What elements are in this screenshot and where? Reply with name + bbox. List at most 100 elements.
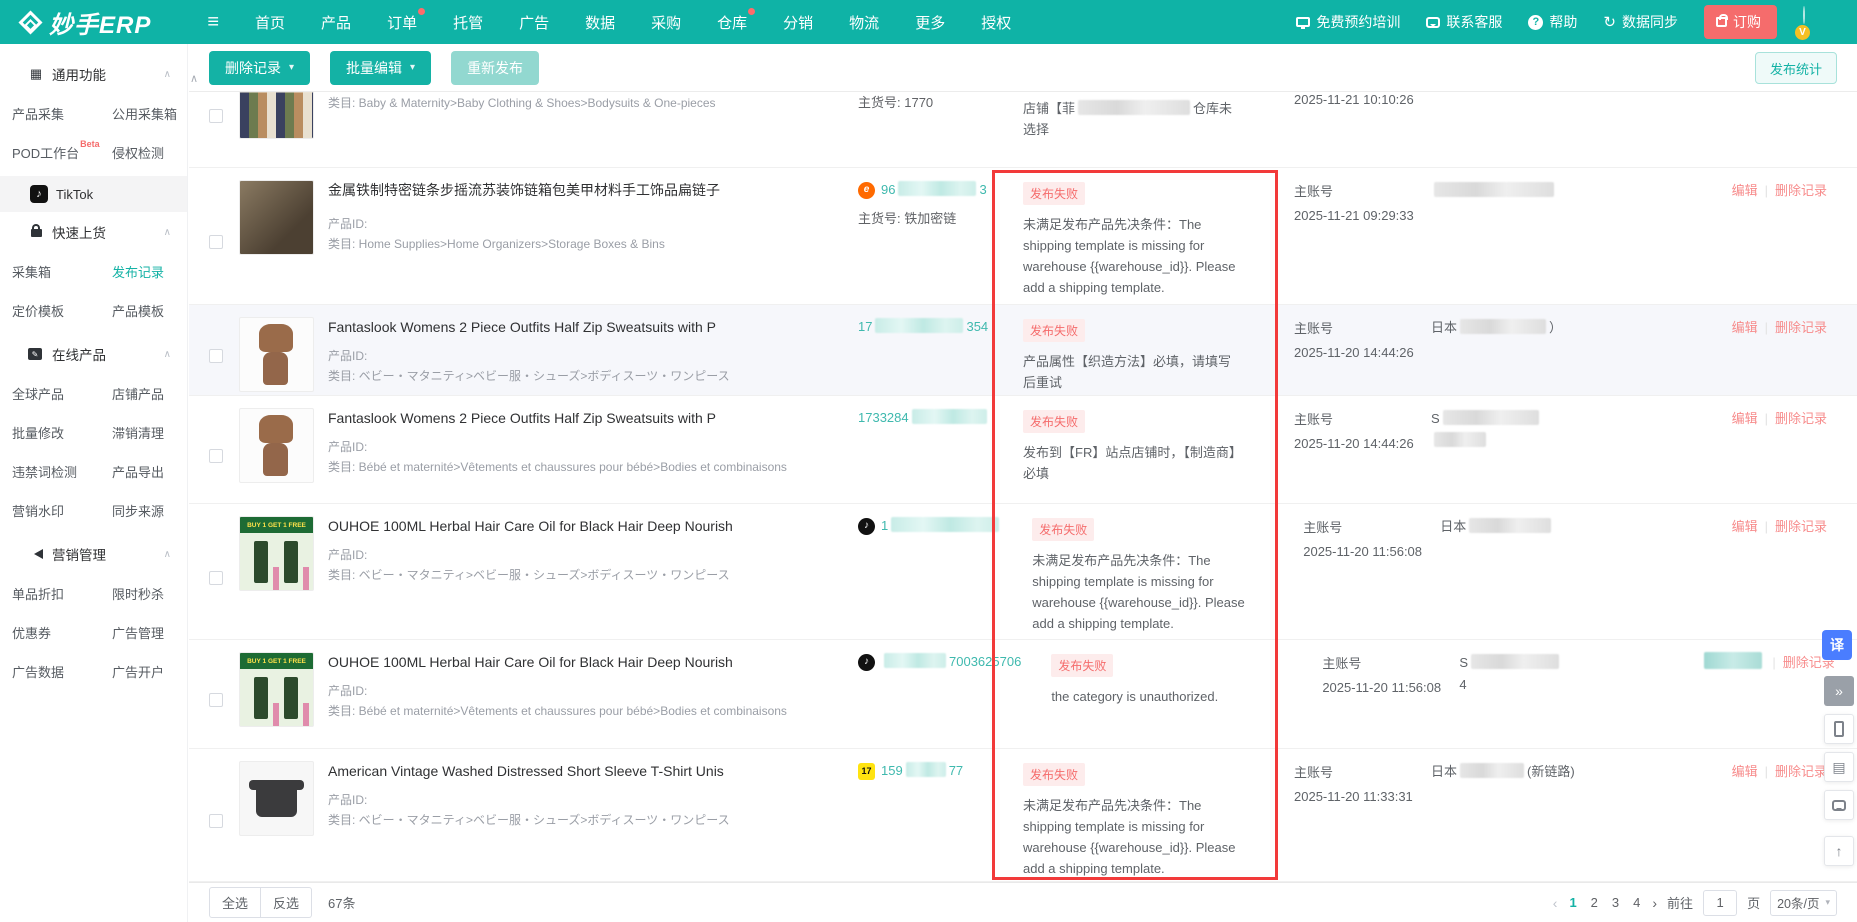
mobile-preview-button[interactable] bbox=[1824, 714, 1854, 744]
delete-record-link[interactable]: 删除记录 bbox=[1775, 411, 1827, 426]
edit-link[interactable]: 编辑 bbox=[1732, 183, 1758, 198]
sidebar-item-store-products[interactable]: 店铺产品 bbox=[112, 374, 187, 413]
menu-orders[interactable]: 订单 bbox=[377, 12, 427, 33]
page-4[interactable]: 4 bbox=[1631, 895, 1642, 910]
menu-home[interactable]: 首页 bbox=[245, 12, 295, 33]
select-all-button[interactable]: 全选 bbox=[209, 887, 261, 918]
sidebar-item-ads-data[interactable]: 广告数据 bbox=[12, 652, 112, 691]
sidebar-item-banned-words-check[interactable]: 违禁词检测 bbox=[12, 452, 112, 491]
megaphone-icon bbox=[28, 547, 44, 562]
menu-authorization[interactable]: 授权 bbox=[971, 12, 1021, 33]
menu-products[interactable]: 产品 bbox=[311, 12, 361, 33]
tiktok-label: TikTok bbox=[56, 187, 93, 202]
delete-records-button[interactable]: 删除记录▾ bbox=[209, 51, 310, 85]
sidebar-item-ads-management[interactable]: 广告管理 bbox=[112, 613, 187, 652]
row-checkbox[interactable] bbox=[209, 449, 223, 463]
menu-more[interactable]: 更多 bbox=[905, 12, 955, 33]
row-checkbox[interactable] bbox=[209, 349, 223, 363]
sidebar-item-product-collect[interactable]: 产品采集 bbox=[12, 94, 112, 133]
free-training-link[interactable]: 免费预约培训 bbox=[1296, 12, 1400, 32]
page-2[interactable]: 2 bbox=[1589, 895, 1600, 910]
platform-id-link[interactable]: 17354 bbox=[858, 317, 988, 337]
sidebar-item-product-template[interactable]: 产品模板 bbox=[112, 291, 187, 330]
platform-id-link[interactable]: 1733284 bbox=[858, 408, 990, 428]
sidebar-item-marketing-watermark[interactable]: 营销水印 bbox=[12, 491, 112, 530]
sidebar-item-collect-box[interactable]: 采集箱 bbox=[12, 252, 112, 291]
republish-button[interactable]: 重新发布 bbox=[451, 51, 539, 85]
product-title[interactable]: OUHOE 100ML Herbal Hair Care Oil for Bla… bbox=[328, 652, 838, 672]
sidebar-item-ads-account[interactable]: 广告开户 bbox=[112, 652, 187, 691]
sidebar-item-global-products[interactable]: 全球产品 bbox=[12, 374, 112, 413]
prev-page-icon[interactable]: ‹ bbox=[1553, 895, 1558, 911]
publish-stats-button[interactable]: 发布统计 bbox=[1755, 52, 1837, 84]
edit-link[interactable]: 编辑 bbox=[1732, 764, 1758, 779]
sidebar-item-pod-workbench[interactable]: POD工作台Beta bbox=[12, 133, 112, 172]
product-title[interactable]: Fantaslook Womens 2 Piece Outfits Half Z… bbox=[328, 408, 838, 428]
subscribe-button[interactable]: 订购 bbox=[1704, 5, 1777, 39]
data-sync-link[interactable]: ↻数据同步 bbox=[1603, 12, 1678, 32]
delete-record-link[interactable]: 删除记录 bbox=[1775, 183, 1827, 198]
page-number-input[interactable] bbox=[1703, 890, 1737, 916]
user-avatar[interactable]: V bbox=[1803, 7, 1833, 37]
contact-support-link[interactable]: 联系客服 bbox=[1426, 12, 1502, 32]
sidebar-item-sync-source[interactable]: 同步来源 bbox=[112, 491, 187, 530]
product-title[interactable]: 金属铁制特密链条步摇流苏装饰链箱包美甲材料手工饰品扁链子 bbox=[328, 180, 838, 200]
feedback-button[interactable] bbox=[1824, 790, 1854, 820]
page-1[interactable]: 1 bbox=[1567, 895, 1578, 910]
platform-id-link[interactable]: 963 bbox=[881, 180, 987, 200]
section-marketing[interactable]: 营销管理 ∧ bbox=[0, 534, 187, 574]
back-to-top-button[interactable]: ↑ bbox=[1824, 836, 1854, 866]
menu-ads[interactable]: 广告 bbox=[509, 12, 559, 33]
next-page-icon[interactable]: › bbox=[1652, 895, 1657, 911]
row-checkbox[interactable] bbox=[209, 235, 223, 249]
delete-record-link[interactable]: 删除记录 bbox=[1775, 764, 1827, 779]
page-size-select[interactable]: 20条/页▾ bbox=[1770, 890, 1837, 916]
sidebar-item-batch-modify[interactable]: 批量修改 bbox=[12, 413, 112, 452]
sidebar-item-tiktok[interactable]: ♪ TikTok bbox=[0, 176, 187, 212]
row-checkbox[interactable] bbox=[209, 109, 223, 123]
platform-id-link[interactable]: 15977 bbox=[881, 761, 963, 781]
sidebar-item-publish-records[interactable]: 发布记录 bbox=[112, 252, 187, 291]
guide-panel-button[interactable]: ▤ bbox=[1824, 752, 1854, 782]
collapse-panel-button[interactable]: » bbox=[1824, 676, 1854, 706]
edit-link[interactable]: 编辑 bbox=[1732, 320, 1758, 335]
menu-purchase[interactable]: 采购 bbox=[641, 12, 691, 33]
section-general-功能[interactable]: ▦ 通用功能 ∧ bbox=[0, 54, 187, 94]
menu-warehouse[interactable]: 仓库 bbox=[707, 12, 757, 33]
help-link[interactable]: ?帮助 bbox=[1528, 12, 1577, 32]
menu-distribution[interactable]: 分销 bbox=[773, 12, 823, 33]
row-checkbox[interactable] bbox=[209, 571, 223, 585]
table-row: American Vintage Washed Distressed Short… bbox=[189, 749, 1857, 882]
batch-edit-button[interactable]: 批量编辑▾ bbox=[330, 51, 431, 85]
page-3[interactable]: 3 bbox=[1610, 895, 1621, 910]
row-checkbox[interactable] bbox=[209, 814, 223, 828]
product-title[interactable]: OUHOE 100ML Herbal Hair Care Oil for Bla… bbox=[328, 516, 838, 536]
platform-id-link[interactable]: 1 bbox=[881, 516, 1002, 536]
sidebar-item-single-discount[interactable]: 单品折扣 bbox=[12, 574, 112, 613]
section-quick-listing[interactable]: 快速上货 ∧ bbox=[0, 212, 187, 252]
translate-button[interactable]: 译 bbox=[1822, 630, 1852, 660]
hamburger-icon[interactable]: ≡ bbox=[207, 11, 219, 34]
sidebar-item-product-export[interactable]: 产品导出 bbox=[112, 452, 187, 491]
platform-id-link[interactable]: 7003625706 bbox=[881, 652, 1021, 672]
menu-data[interactable]: 数据 bbox=[575, 12, 625, 33]
product-title[interactable]: Fantaslook Womens 2 Piece Outfits Half Z… bbox=[328, 317, 838, 337]
sidebar-item-pricing-template[interactable]: 定价模板 bbox=[12, 291, 112, 330]
collapse-toggle[interactable]: ∧ bbox=[190, 72, 198, 85]
sidebar-item-coupons[interactable]: 优惠券 bbox=[12, 613, 112, 652]
edit-link[interactable]: 编辑 bbox=[1732, 519, 1758, 534]
sidebar-item-slow-moving-clear[interactable]: 滞销清理 bbox=[112, 413, 187, 452]
sidebar-item-infringement-check[interactable]: 侵权检测 bbox=[112, 133, 187, 172]
pagination: ‹ 1 2 3 4 › 前往 页 20条/页▾ bbox=[1553, 890, 1837, 916]
sidebar-item-flash-sale[interactable]: 限时秒杀 bbox=[112, 574, 187, 613]
delete-record-link[interactable]: 删除记录 bbox=[1775, 519, 1827, 534]
row-checkbox[interactable] bbox=[209, 693, 223, 707]
product-title[interactable]: American Vintage Washed Distressed Short… bbox=[328, 761, 838, 781]
edit-link[interactable]: 编辑 bbox=[1732, 411, 1758, 426]
invert-selection-button[interactable]: 反选 bbox=[261, 887, 312, 918]
menu-logistics[interactable]: 物流 bbox=[839, 12, 889, 33]
sidebar-item-public-collect-box[interactable]: 公用采集箱 bbox=[112, 94, 187, 133]
menu-hosting[interactable]: 托管 bbox=[443, 12, 493, 33]
delete-record-link[interactable]: 删除记录 bbox=[1775, 320, 1827, 335]
section-online-products[interactable]: ✎ 在线产品 ∧ bbox=[0, 334, 187, 374]
